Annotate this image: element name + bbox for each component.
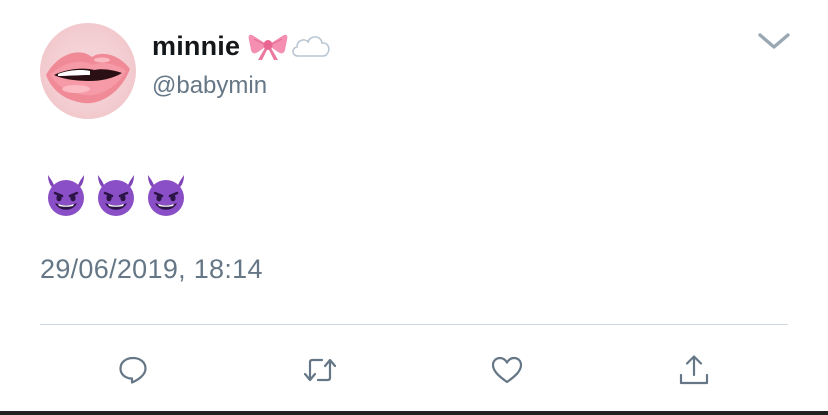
tweet-text bbox=[42, 171, 190, 221]
lips-avatar-image bbox=[46, 52, 130, 104]
reply-icon bbox=[119, 356, 147, 384]
display-name[interactable]: minnie bbox=[152, 31, 240, 62]
action-bar bbox=[0, 345, 828, 395]
cloud-icon bbox=[290, 30, 332, 62]
chevron-down-icon[interactable] bbox=[756, 30, 792, 52]
tweet-timestamp[interactable]: 29/06/2019, 18:14 bbox=[40, 254, 263, 285]
smiling-face-with-horns-icon bbox=[48, 175, 84, 216]
user-handle[interactable]: @babymin bbox=[152, 72, 267, 100]
divider bbox=[40, 324, 788, 325]
like-button[interactable] bbox=[482, 345, 532, 395]
smiling-face-with-horns-icon bbox=[98, 175, 134, 216]
display-name-row: minnie bbox=[152, 24, 332, 68]
avatar[interactable] bbox=[40, 23, 136, 119]
tweet-card: minnie @babymin 29/06/2019, 18:14 bbox=[0, 0, 828, 415]
reply-button[interactable] bbox=[108, 345, 158, 395]
retweet-button[interactable] bbox=[295, 345, 345, 395]
ribbon-icon bbox=[248, 30, 288, 62]
share-icon bbox=[679, 355, 709, 385]
retweet-icon bbox=[303, 358, 337, 382]
share-button[interactable] bbox=[669, 345, 719, 395]
smiling-face-with-horns-icon bbox=[148, 175, 184, 216]
heart-icon bbox=[491, 356, 523, 384]
bottom-border bbox=[0, 411, 828, 415]
